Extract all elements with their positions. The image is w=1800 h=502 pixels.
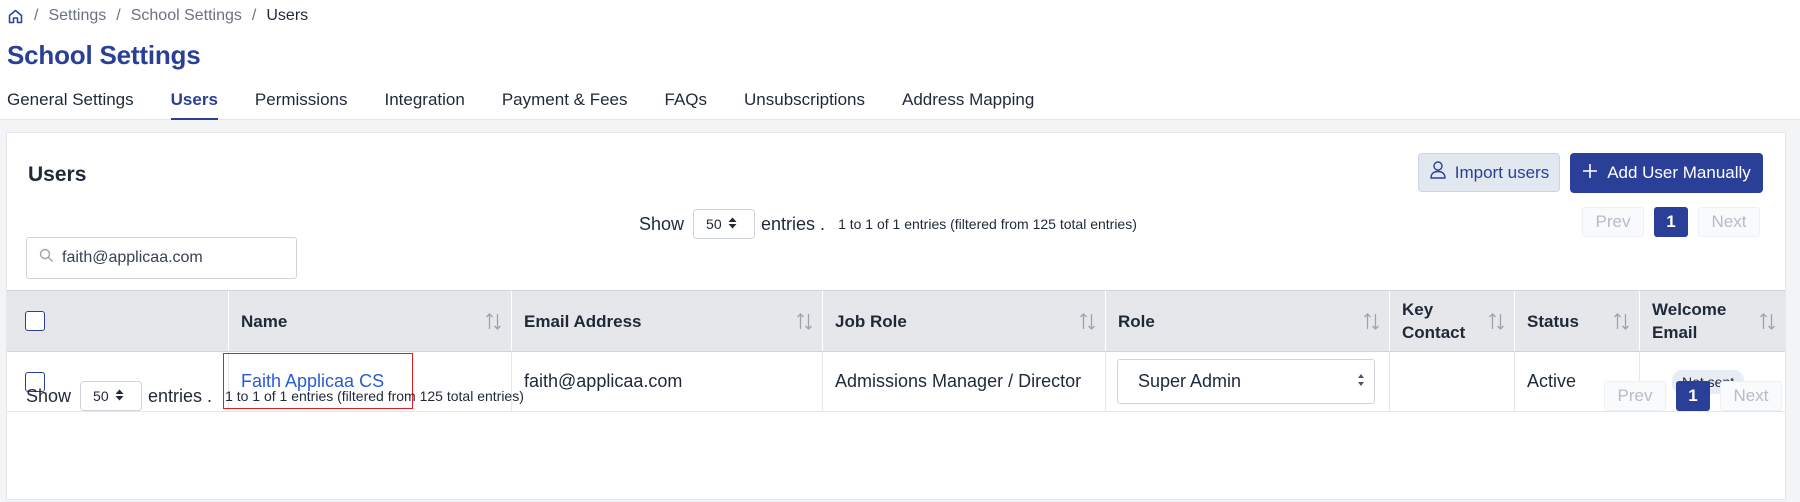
pagination-bottom: Prev 1 Next (1604, 381, 1782, 411)
tab-address-mapping[interactable]: Address Mapping (902, 90, 1034, 120)
key-contact-cell (1390, 352, 1515, 411)
entries-per-page-value: 50 (93, 388, 109, 404)
user-icon (1429, 160, 1447, 185)
tab-payment-fees[interactable]: Payment & Fees (502, 90, 628, 120)
show-label: Show (639, 213, 685, 234)
column-header-name[interactable]: Name (229, 291, 512, 351)
add-user-manually-button[interactable]: Add User Manually (1570, 153, 1763, 193)
page-1-button[interactable]: 1 (1654, 207, 1688, 237)
column-label: Status (1527, 311, 1579, 331)
settings-tabs: General Settings Users Permissions Integ… (7, 90, 1071, 120)
search-box (26, 237, 297, 279)
entries-info: 1 to 1 of 1 entries (filtered from 125 t… (225, 388, 524, 404)
next-button[interactable]: Next (1698, 207, 1760, 237)
table-header: Name Email Address Job Role Role Key Con… (7, 290, 1785, 352)
column-label: Welcome Email (1652, 300, 1727, 342)
tab-permissions[interactable]: Permissions (255, 90, 348, 120)
column-label: Job Role (835, 311, 907, 331)
sort-icon[interactable] (485, 312, 502, 337)
sort-icon[interactable] (1488, 312, 1505, 337)
home-icon[interactable] (7, 8, 24, 25)
sort-icon[interactable] (1759, 312, 1776, 337)
role-select-value: Super Admin (1138, 371, 1242, 391)
column-label: Role (1118, 311, 1155, 331)
pagination-top: Prev 1 Next (1582, 207, 1760, 237)
page-header: / Settings / School Settings / Users Sch… (0, 0, 1800, 120)
entries-control-top: Show 50 entries . 1 to 1 of 1 entries (f… (639, 209, 1137, 239)
import-users-button[interactable]: Import users (1418, 153, 1560, 192)
plus-icon (1582, 163, 1598, 184)
tab-integration[interactable]: Integration (385, 90, 465, 120)
select-all-cell (7, 291, 229, 351)
breadcrumb-current: Users (266, 7, 309, 24)
column-label: Name (241, 311, 288, 331)
add-user-label: Add User Manually (1607, 163, 1751, 182)
card-title: Users (28, 163, 87, 186)
sort-caret-icon (728, 216, 737, 232)
role-select[interactable]: Super Admin (1117, 359, 1375, 404)
breadcrumb-separator: / (34, 7, 39, 24)
breadcrumb-school-settings[interactable]: School Settings (131, 7, 242, 25)
show-label: Show (26, 385, 72, 406)
search-input[interactable] (62, 249, 282, 267)
role-cell: Super Admin (1106, 352, 1390, 411)
search-icon (39, 248, 54, 268)
users-card: Users Import users Add User Manually Sho… (6, 132, 1786, 500)
column-header-welcome-email[interactable]: Welcome Email (1640, 291, 1785, 351)
page-title: School Settings (7, 40, 201, 70)
tab-general-settings[interactable]: General Settings (7, 90, 134, 120)
entries-control-bottom: Show 50 entries . 1 to 1 of 1 entries (f… (26, 381, 524, 411)
breadcrumb-settings[interactable]: Settings (48, 7, 106, 25)
email-cell: faith@applicaa.com (512, 352, 823, 411)
tab-unsubscriptions[interactable]: Unsubscriptions (744, 90, 865, 120)
breadcrumb-separator: / (251, 7, 257, 24)
next-button[interactable]: Next (1720, 381, 1782, 411)
entries-per-page-select[interactable]: 50 (693, 209, 756, 239)
column-header-job-role[interactable]: Job Role (823, 291, 1106, 351)
tab-users[interactable]: Users (170, 90, 219, 120)
sort-icon[interactable] (796, 312, 813, 337)
tab-faqs[interactable]: FAQs (665, 90, 708, 120)
column-header-key-contact[interactable]: Key Contact (1390, 291, 1515, 351)
select-all-checkbox[interactable] (25, 311, 45, 331)
sort-icon[interactable] (1079, 312, 1096, 337)
breadcrumb: / Settings / School Settings / Users (7, 6, 308, 26)
entries-info: 1 to 1 of 1 entries (filtered from 125 t… (838, 216, 1137, 232)
sort-icon[interactable] (1613, 312, 1630, 337)
column-label: Email Address (524, 311, 642, 331)
column-label: Key Contact (1402, 300, 1466, 342)
column-header-email[interactable]: Email Address (512, 291, 823, 351)
job-role-cell: Admissions Manager / Director (823, 352, 1106, 411)
select-caret-icon (1357, 373, 1365, 387)
prev-button[interactable]: Prev (1604, 381, 1666, 411)
entries-per-page-select[interactable]: 50 (80, 381, 143, 411)
entries-per-page-value: 50 (706, 216, 722, 232)
breadcrumb-separator: / (116, 7, 121, 24)
import-users-label: Import users (1454, 162, 1550, 182)
page-1-button[interactable]: 1 (1676, 381, 1710, 411)
prev-button[interactable]: Prev (1582, 207, 1644, 237)
column-header-status[interactable]: Status (1515, 291, 1640, 351)
sort-caret-icon (115, 388, 124, 404)
sort-icon[interactable] (1363, 312, 1380, 337)
entries-label: entries . (761, 213, 826, 234)
column-header-role[interactable]: Role (1106, 291, 1390, 351)
entries-label: entries . (148, 385, 213, 406)
